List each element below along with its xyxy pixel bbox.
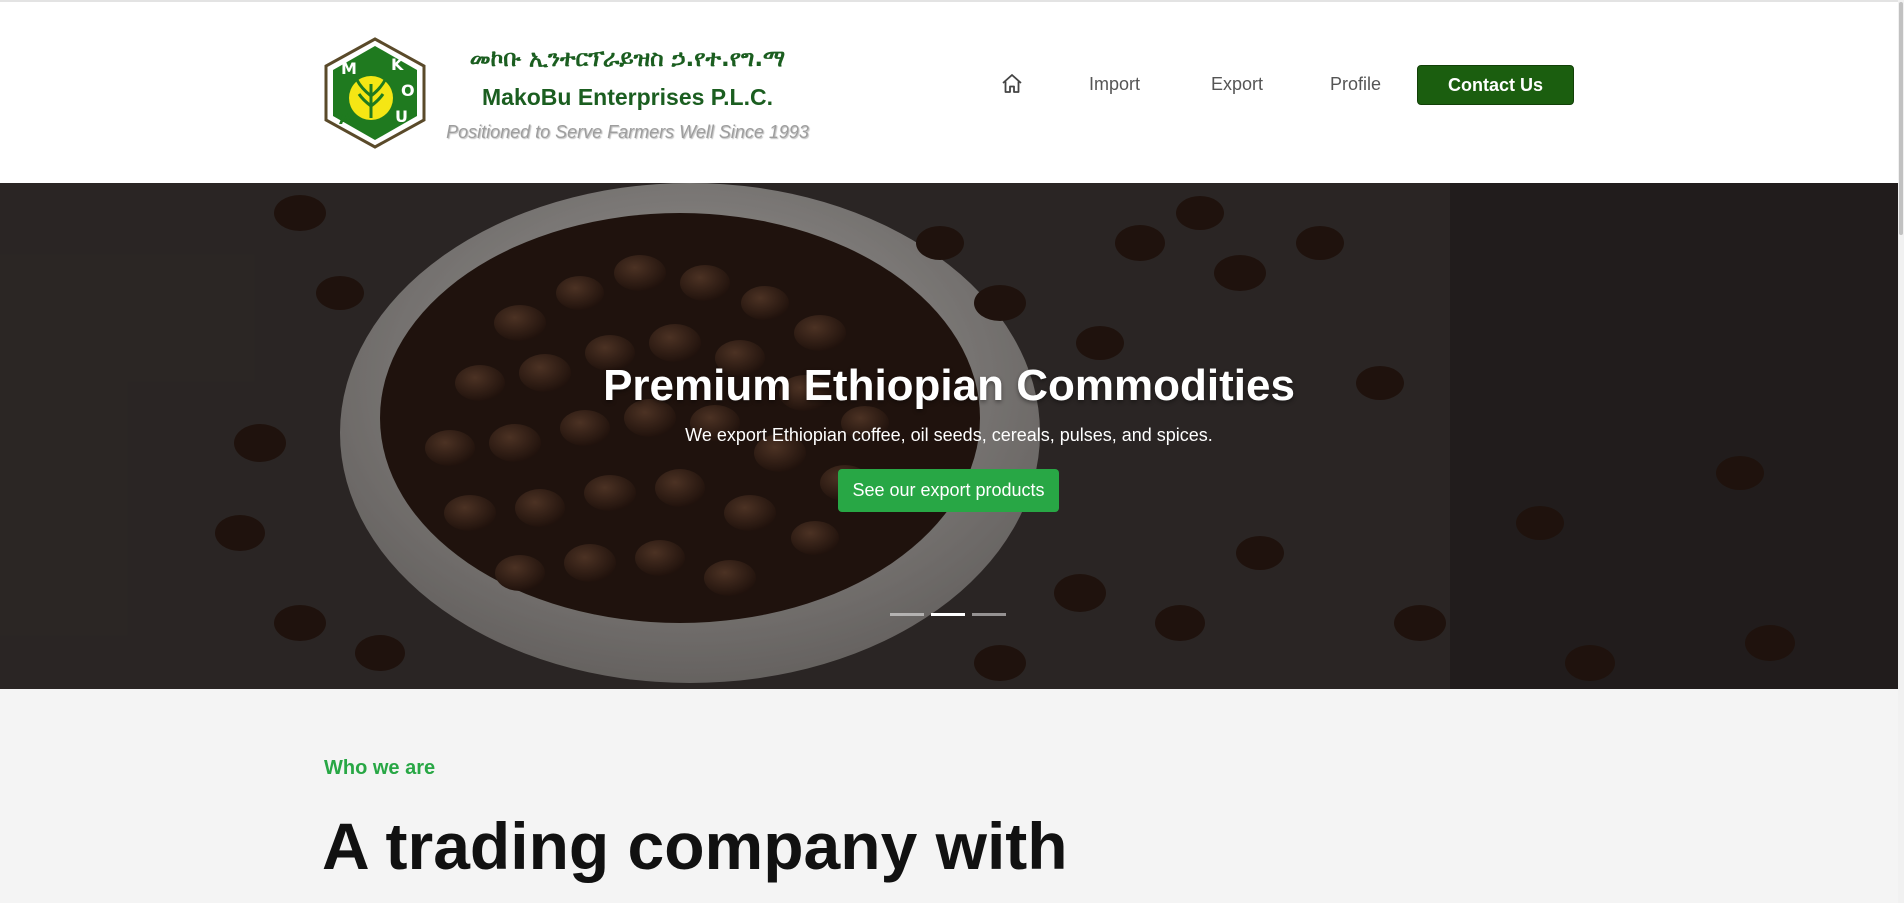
site-header: K O U M A መኮቡ ኢንተርፕራይዝስ ኃ.የተ.የግ.ማ MakoBu… xyxy=(0,2,1898,183)
about-eyebrow: Who we are xyxy=(324,757,436,779)
svg-text:A: A xyxy=(339,109,352,128)
hero-subtitle: We export Ethiopian coffee, oil seeds, c… xyxy=(685,425,1213,445)
home-icon[interactable] xyxy=(1000,72,1024,96)
carousel-indicator-3[interactable] xyxy=(972,613,1006,616)
about-title: A trading company with xyxy=(322,809,1068,883)
svg-text:O: O xyxy=(401,81,415,100)
brand-tagline: Positioned to Serve Farmers Well Since 1… xyxy=(446,122,809,142)
svg-text:U: U xyxy=(395,107,408,126)
hero-title: Premium Ethiopian Commodities xyxy=(603,361,1295,410)
nav-export-link[interactable]: Export xyxy=(1211,74,1263,95)
svg-text:K: K xyxy=(391,55,404,74)
see-export-products-button[interactable]: See our export products xyxy=(838,469,1059,512)
page-scrollbar[interactable] xyxy=(1898,0,1904,903)
scrollbar-thumb[interactable] xyxy=(1899,2,1903,235)
carousel-indicator-2[interactable] xyxy=(931,613,965,616)
brand-amharic-name: መኮቡ ኢንተርፕራይዝስ ኃ.የተ.የግ.ማ xyxy=(469,46,786,72)
hero-carousel: Premium Ethiopian Commodities We export … xyxy=(0,183,1898,689)
nav-import-link[interactable]: Import xyxy=(1089,74,1140,95)
svg-text:M: M xyxy=(341,59,357,78)
nav-profile-link[interactable]: Profile xyxy=(1330,74,1381,95)
makobu-logo-icon[interactable]: K O U M A xyxy=(321,36,429,150)
contact-us-button[interactable]: Contact Us xyxy=(1417,65,1574,105)
brand-name[interactable]: MakoBu Enterprises P.L.C. xyxy=(445,84,810,111)
carousel-indicator-1[interactable] xyxy=(890,613,924,616)
about-section: Who we are A trading company with xyxy=(0,689,1898,903)
